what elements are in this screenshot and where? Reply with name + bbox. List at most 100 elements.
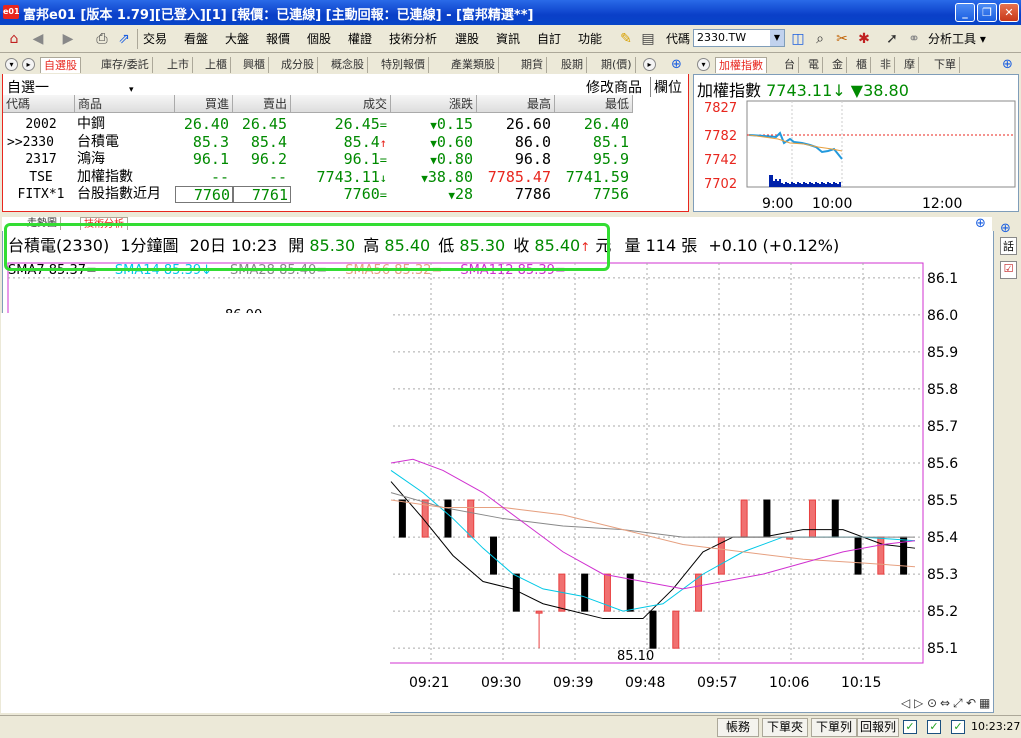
- y-tick-label: 85.8: [927, 382, 958, 398]
- tab-index[interactable]: 加權指數: [715, 57, 767, 73]
- menu-item[interactable]: 技術分析: [389, 30, 437, 48]
- statusbar-button[interactable]: 下單列: [811, 718, 857, 737]
- chart-tool-icon[interactable]: ⊙: [927, 696, 937, 710]
- column-header[interactable]: 代碼: [3, 95, 75, 113]
- alert-icon[interactable]: ✱: [854, 29, 874, 49]
- home-icon[interactable]: ⌂: [4, 29, 24, 49]
- menu-item[interactable]: 權證: [348, 30, 372, 48]
- index-zoom-icon[interactable]: ⊕: [1002, 57, 1013, 72]
- tab-quote[interactable]: 興櫃: [240, 57, 269, 73]
- link-icon[interactable]: ⚭: [904, 29, 924, 49]
- tab-index[interactable]: 下單: [931, 57, 960, 73]
- tab-index[interactable]: 櫃: [853, 57, 871, 73]
- chevron-down-icon[interactable]: ▼: [770, 30, 784, 46]
- table-row[interactable]: TSE 加權指數 -- -- 7743.11↓ ▼38.80 7785.47 7741.59: [3, 167, 688, 186]
- chart-zoom-icon[interactable]: ⊕: [975, 216, 986, 231]
- tools-icon[interactable]: ✂: [832, 29, 852, 49]
- cell-code: >>2330: [7, 134, 54, 150]
- sidebar-zoom-icon[interactable]: ⊕: [1000, 221, 1011, 236]
- cell-change: ▼0.60: [391, 133, 477, 151]
- cell-name: 台股指數近月: [77, 186, 161, 202]
- menu-item[interactable]: 資訊: [496, 30, 520, 48]
- tab-scroll-left-icon[interactable]: ▾: [5, 58, 18, 71]
- maximize-button[interactable]: ❐: [977, 3, 997, 22]
- tab-quote[interactable]: 產業類股: [448, 57, 499, 73]
- table-row[interactable]: >>2330 台積電 85.3 85.4 85.4↑ ▼0.60 86.0 85.1: [3, 133, 688, 151]
- tab-index[interactable]: 台: [781, 57, 799, 73]
- sidebar-tab[interactable]: 話: [1000, 237, 1017, 255]
- tab-quote[interactable]: 自選股: [40, 57, 81, 73]
- table-row[interactable]: FITX*1 台股指數近月 7760 7761 7760= ▼28 7786 7756: [3, 185, 688, 204]
- column-header[interactable]: 買進: [175, 95, 233, 113]
- statusbar-button[interactable]: 回報列: [857, 718, 899, 737]
- back-icon[interactable]: ◀: [28, 29, 48, 49]
- code-input[interactable]: 2330.TW ▼: [693, 29, 785, 47]
- cell-name: 台積電: [77, 133, 119, 150]
- status-bar: 帳務 下單夾 下單列 回報列 ✓ ✓ ✓ 10:23:27: [0, 715, 1021, 738]
- pen-icon[interactable]: ✎: [616, 29, 636, 49]
- last-price: 7760: [343, 185, 380, 203]
- tab-index[interactable]: 金: [829, 57, 847, 73]
- tab-quote[interactable]: 期(價): [598, 57, 636, 73]
- tab-quote[interactable]: 上櫃: [202, 57, 231, 73]
- close-button[interactable]: ✕: [999, 3, 1019, 22]
- menu-item[interactable]: 自訂: [537, 30, 561, 48]
- tab-index[interactable]: 電: [805, 57, 823, 73]
- tab-index[interactable]: 非: [877, 57, 895, 73]
- forward-icon[interactable]: ▶: [58, 29, 78, 49]
- tab-index[interactable]: 摩: [901, 57, 919, 73]
- menu-item[interactable]: 功能: [578, 30, 602, 48]
- table-row[interactable]: 2002 中鋼 26.40 26.45 26.45= ▼0.15 26.60 26.40: [3, 116, 688, 133]
- down-arrow-icon: ▼: [430, 154, 437, 167]
- checkbox[interactable]: ✓: [951, 720, 965, 734]
- modify-items-button[interactable]: 修改商品: [586, 77, 642, 97]
- tab-scroll-right-icon[interactable]: ▸: [22, 58, 35, 71]
- quote-icon[interactable]: ◫: [788, 29, 808, 49]
- tab-quote[interactable]: 期貨: [518, 57, 547, 73]
- statusbar-button[interactable]: 下單夾: [762, 718, 808, 737]
- menu-item[interactable]: 個股: [307, 30, 331, 48]
- minimize-button[interactable]: _: [955, 3, 975, 22]
- search-icon[interactable]: ⌕: [810, 29, 830, 49]
- tab-quote[interactable]: 成分股: [278, 57, 318, 73]
- column-header[interactable]: 最高: [477, 95, 555, 113]
- tab-quote[interactable]: 上市: [164, 57, 193, 73]
- blank-overlay: [1, 313, 390, 713]
- checklist-icon[interactable]: ☑: [1000, 261, 1017, 279]
- menu-item[interactable]: 大盤: [225, 30, 249, 48]
- print-icon[interactable]: ⎙: [92, 29, 112, 49]
- popout-icon[interactable]: ⇗: [114, 29, 134, 49]
- menu-item[interactable]: 交易: [143, 30, 167, 48]
- note-icon[interactable]: ▤: [638, 29, 658, 49]
- menu-item[interactable]: 選股: [455, 30, 479, 48]
- chart-tool-icon[interactable]: ⤢: [952, 696, 963, 710]
- checkbox[interactable]: ✓: [903, 720, 917, 734]
- tab-quote[interactable]: 股期: [558, 57, 587, 73]
- column-header[interactable]: 商品: [75, 95, 175, 113]
- tab-next-icon[interactable]: ▸: [643, 58, 656, 71]
- watchlist-selector[interactable]: 自選一 ▾: [7, 77, 134, 97]
- tab-quote[interactable]: 庫存/委託: [98, 57, 153, 73]
- chart-tool-icon[interactable]: ⇔: [940, 696, 950, 710]
- chart-tool-icon[interactable]: ↶: [966, 696, 976, 710]
- cell-low: 7741.59: [565, 167, 629, 186]
- menu-item[interactable]: 看盤: [184, 30, 208, 48]
- column-header[interactable]: 成交: [291, 95, 391, 113]
- column-header[interactable]: 賣出: [233, 95, 291, 113]
- analysis-tools-menu[interactable]: 分析工具 ▾: [928, 30, 986, 48]
- statusbar-button[interactable]: 帳務: [717, 718, 759, 737]
- chart-tool-icon[interactable]: ◁: [900, 696, 910, 710]
- tab-quote[interactable]: 概念股: [328, 57, 368, 73]
- index-tab-left-icon[interactable]: ▾: [697, 58, 710, 71]
- cursor-icon[interactable]: ➚: [882, 29, 902, 49]
- zoom-in-icon[interactable]: ⊕: [671, 57, 682, 72]
- column-header[interactable]: 漲跌: [391, 95, 477, 113]
- menu-item[interactable]: 報價: [266, 30, 290, 48]
- tab-quote[interactable]: 特別報價: [378, 57, 429, 73]
- chart-tool-icon[interactable]: ▦: [979, 696, 990, 710]
- columns-button[interactable]: 欄位: [650, 77, 682, 97]
- chart-tool-icon[interactable]: ▷: [914, 696, 924, 710]
- column-header[interactable]: 最低: [555, 95, 633, 113]
- table-row[interactable]: 2317 鴻海 96.1 96.2 96.1= ▼0.80 96.8 95.9: [3, 151, 688, 168]
- checkbox[interactable]: ✓: [927, 720, 941, 734]
